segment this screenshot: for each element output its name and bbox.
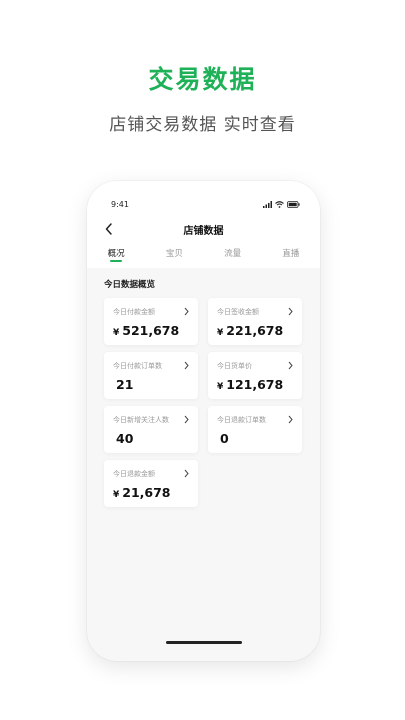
status-time: 9:41 [111,199,129,209]
stat-value: 21,678 [122,485,171,500]
section-title: 今日数据概览 [104,280,156,290]
stat-label: 今日付款订单数 [113,362,162,370]
chevron-right-icon [288,361,293,370]
stat-label: 今日退款金额 [113,470,155,478]
stat-card-paid-orders[interactable]: 今日付款订单数 21 [104,352,198,399]
home-indicator[interactable] [166,641,242,644]
tab-live[interactable]: 直播 [266,247,316,267]
stat-label: 今日货单价 [217,362,252,370]
chevron-left-icon[interactable] [104,222,114,236]
stat-value: 0 [220,431,229,446]
chevron-right-icon [184,307,189,316]
stat-value: 40 [116,431,134,446]
status-bar: 9:41 [111,198,300,210]
stat-label: 今日新增关注人数 [113,416,169,424]
chevron-right-icon [184,415,189,424]
stat-card-unit-price[interactable]: 今日货单价 ¥121,678 [208,352,302,399]
stat-card-received-amount[interactable]: 今日签收金额 ¥221,678 [208,298,302,345]
currency-symbol: ¥ [113,490,120,500]
headline: 交易数据 [148,65,257,94]
stat-card-refund-orders[interactable]: 今日退款订单数 0 [208,406,302,453]
chevron-right-icon [184,469,189,478]
stat-label: 今日签收金额 [217,308,259,316]
currency-symbol: ¥ [113,328,120,338]
nav-title: 店铺数据 [183,225,224,237]
subline: 店铺交易数据 实时查看 [109,115,296,135]
currency-symbol: ¥ [217,328,224,338]
nav-bar: 店铺数据 [87,221,320,237]
tab-bar: 概况 宝贝 流量 直播 [87,247,320,267]
tab-overview[interactable]: 概况 [91,247,141,267]
stat-label: 今日付款金额 [113,308,155,316]
stat-value: 521,678 [122,323,180,338]
stat-label: 今日退款订单数 [217,416,266,424]
tab-products[interactable]: 宝贝 [149,247,199,267]
stat-card-paid-amount[interactable]: 今日付款金额 ¥521,678 [104,298,198,345]
wifi-icon [275,200,284,208]
stat-card-new-followers[interactable]: 今日新增关注人数 40 [104,406,198,453]
stat-value: 221,678 [226,323,284,338]
chevron-right-icon [184,361,189,370]
stats-grid: 今日付款金额 ¥521,678 今日签收金额 ¥221,678 今日付款订单数 … [104,298,304,507]
chevron-right-icon [288,415,293,424]
stat-card-refund-amount[interactable]: 今日退款金额 ¥21,678 [104,460,198,507]
phone-mockup: 9:41 店铺数据 概况 宝贝 流量 直播 今日数据概览 今日付款金额 ¥ 52… [87,181,320,661]
stat-value: 121,678 [226,377,284,392]
currency-symbol: ¥ [217,382,224,392]
stat-value: 21 [116,377,134,392]
signal-icon [263,200,272,208]
chevron-right-icon [288,307,293,316]
tab-traffic[interactable]: 流量 [208,247,258,267]
battery-icon [287,200,300,208]
